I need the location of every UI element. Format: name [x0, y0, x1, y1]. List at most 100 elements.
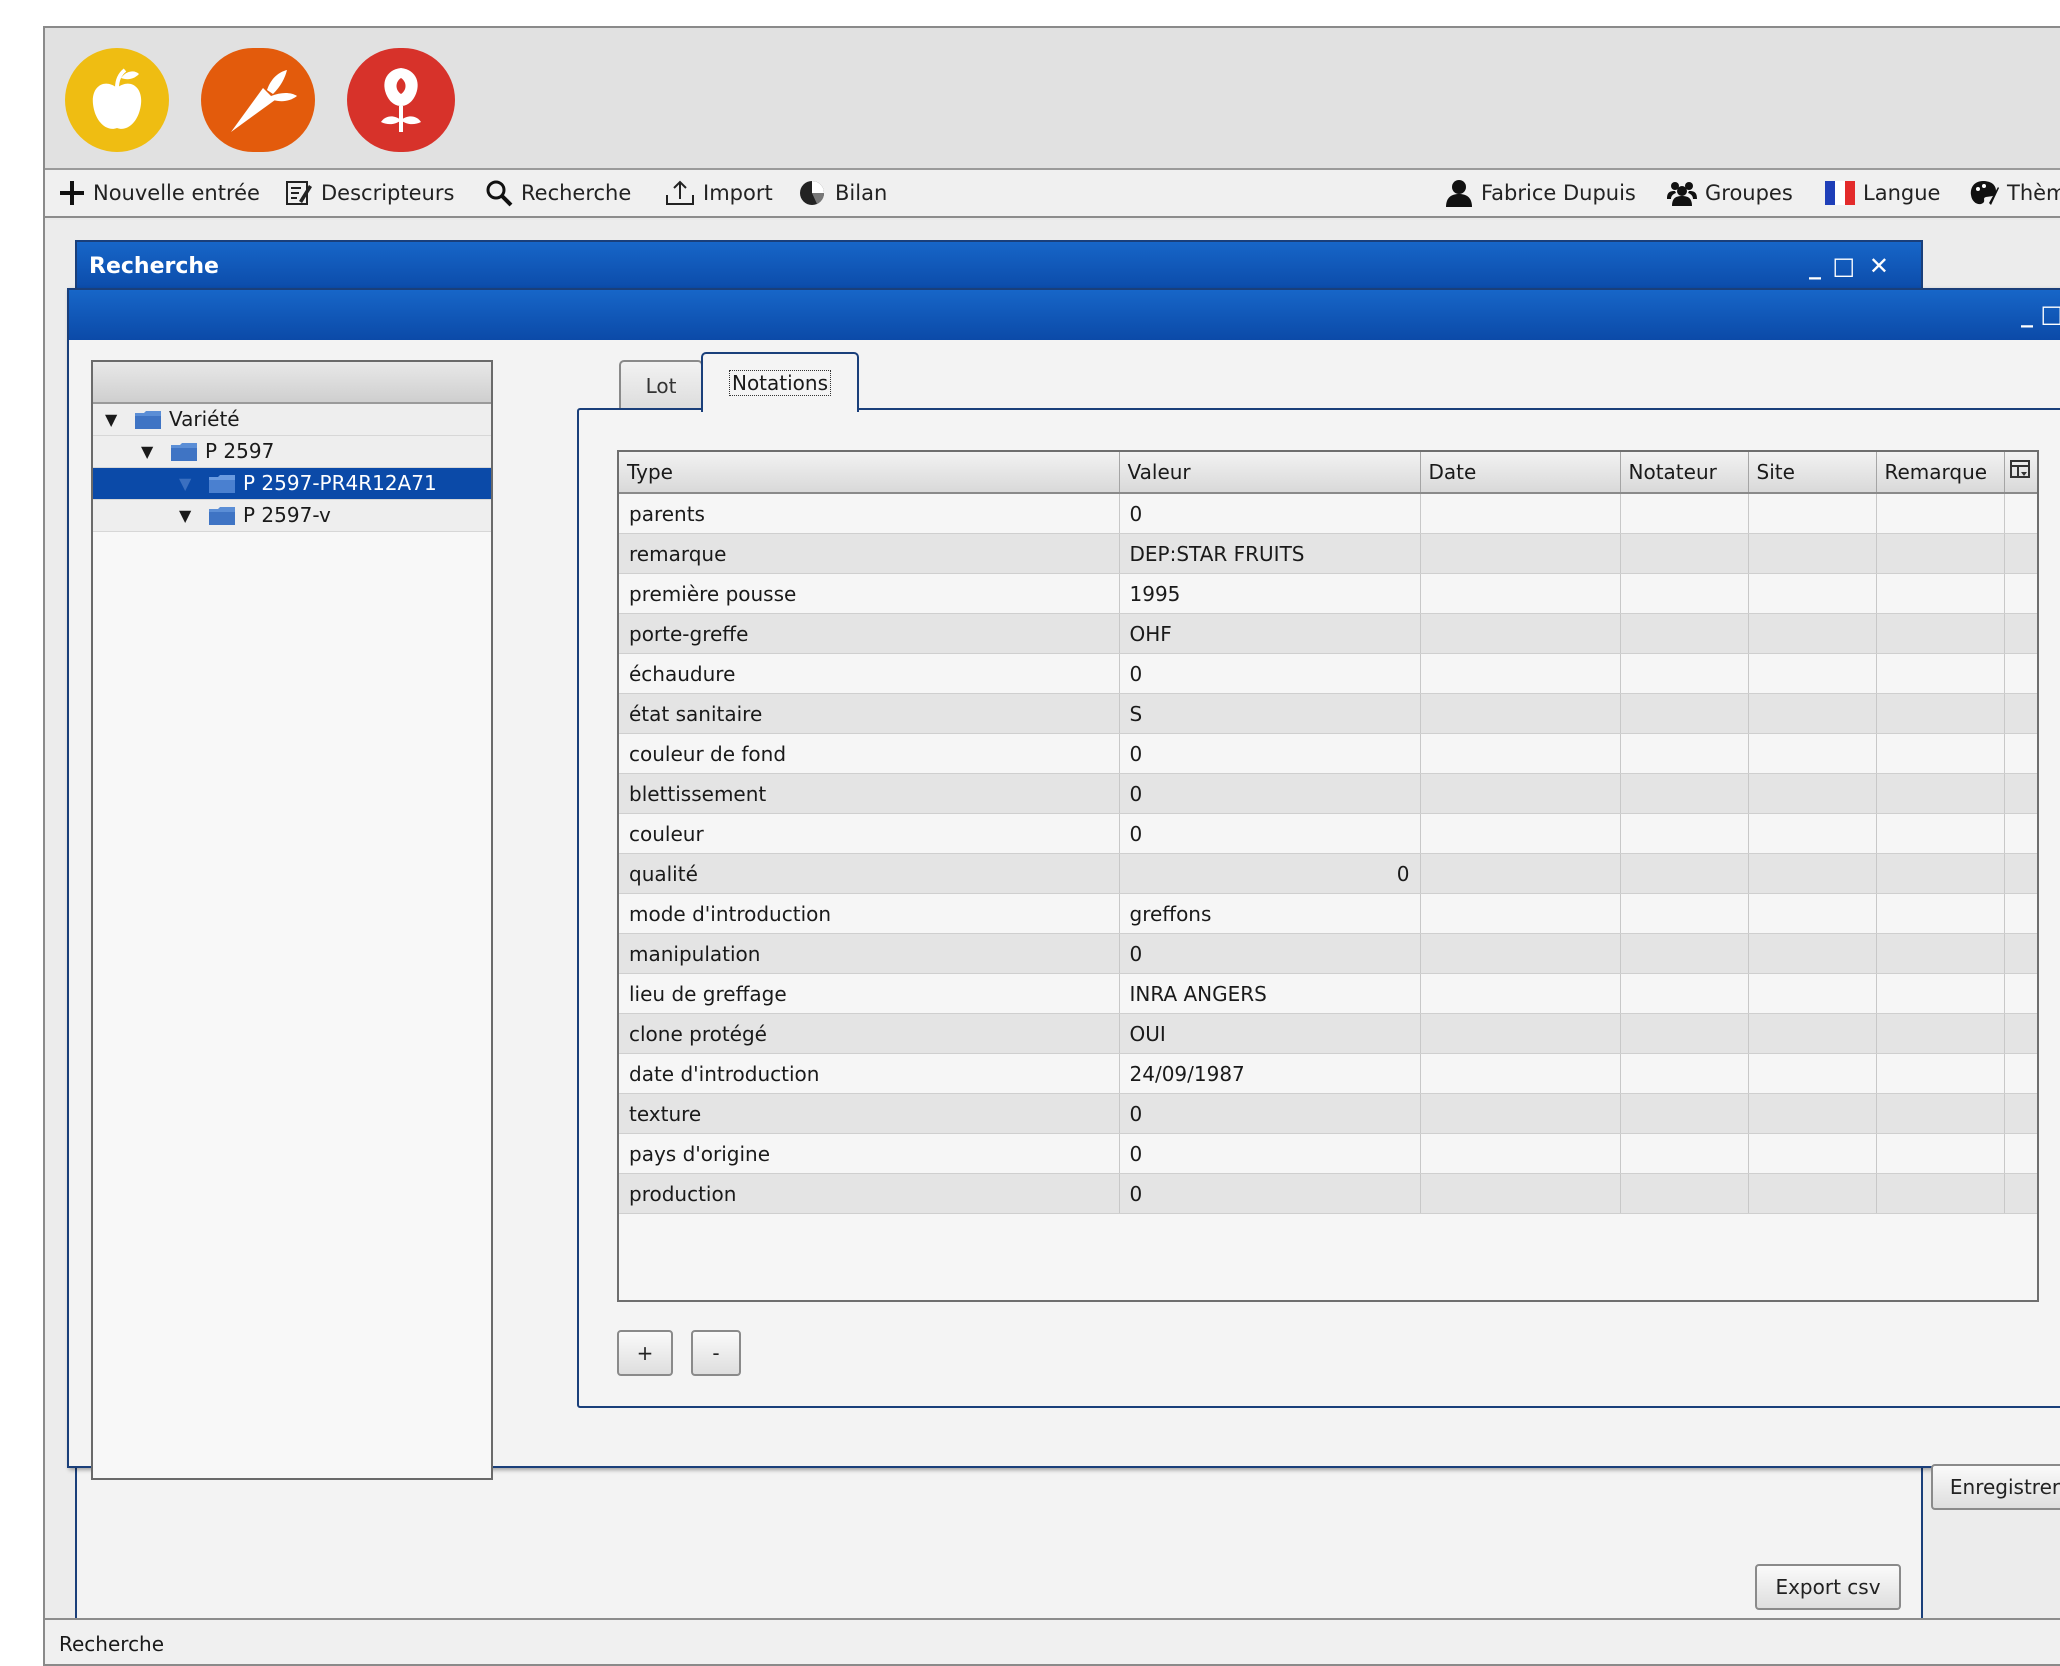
maximize-icon[interactable]: □ [2040, 300, 2060, 328]
cell-empty[interactable] [1420, 1053, 1621, 1094]
close-icon[interactable]: ✕ [1869, 252, 1889, 280]
cell-empty[interactable] [2004, 1093, 2037, 1134]
cell-type[interactable]: couleur [619, 813, 1120, 854]
column-header-site[interactable]: Site [1748, 452, 1877, 494]
cell-valeur[interactable]: 1995 [1119, 573, 1421, 614]
cell-empty[interactable] [1420, 893, 1621, 934]
apple-logo[interactable] [65, 48, 169, 152]
cell-valeur[interactable]: 0 [1119, 1173, 1421, 1214]
cell-empty[interactable] [1748, 1093, 1877, 1134]
expand-arrow-icon[interactable]: ▼ [179, 506, 191, 525]
table-row[interactable]: manipulation 0 [619, 933, 2037, 974]
cell-type[interactable]: état sanitaire [619, 693, 1120, 734]
cell-empty[interactable] [2004, 1173, 2037, 1214]
cell-empty[interactable] [1620, 1173, 1749, 1214]
cell-empty[interactable] [2004, 693, 2037, 734]
cell-empty[interactable] [1420, 493, 1621, 534]
cell-valeur[interactable]: 0 [1119, 1093, 1421, 1134]
cell-valeur[interactable]: DEP:STAR FRUITS [1119, 533, 1421, 574]
cell-type[interactable]: couleur de fond [619, 733, 1120, 774]
cell-empty[interactable] [1876, 1053, 2005, 1094]
table-row[interactable]: clone protégé OUI [619, 1013, 2037, 1054]
cell-empty[interactable] [1876, 813, 2005, 854]
cell-empty[interactable] [1748, 813, 1877, 854]
column-header-date[interactable]: Date [1420, 452, 1621, 494]
cell-empty[interactable] [2004, 1133, 2037, 1174]
cell-empty[interactable] [1748, 733, 1877, 774]
cell-empty[interactable] [1620, 773, 1749, 814]
tree-node-p2597[interactable]: ▼ P 2597 [93, 436, 491, 468]
cell-empty[interactable] [2004, 613, 2037, 654]
add-row-button[interactable]: + [617, 1330, 673, 1376]
cell-empty[interactable] [1620, 1093, 1749, 1134]
save-button[interactable]: Enregistrer [1931, 1464, 2060, 1510]
cell-empty[interactable] [1620, 933, 1749, 974]
menu-language[interactable]: Langue [1825, 170, 1940, 216]
cell-empty[interactable] [1620, 1133, 1749, 1174]
table-row[interactable]: remarque DEP:STAR FRUITS [619, 533, 2037, 574]
cell-type[interactable]: porte-greffe [619, 613, 1120, 654]
cell-empty[interactable] [1620, 1053, 1749, 1094]
cell-valeur[interactable]: 0 [1119, 653, 1421, 694]
cell-empty[interactable] [1620, 853, 1749, 894]
cell-empty[interactable] [1620, 573, 1749, 614]
cell-empty[interactable] [1620, 893, 1749, 934]
cell-empty[interactable] [1876, 773, 2005, 814]
menu-summary[interactable]: Bilan [797, 170, 887, 216]
cell-valeur[interactable]: 0 [1119, 773, 1421, 814]
column-header-notateur[interactable]: Notateur [1620, 452, 1749, 494]
cell-type[interactable]: clone protégé [619, 1013, 1120, 1054]
cell-empty[interactable] [1748, 613, 1877, 654]
cell-type[interactable]: pays d'origine [619, 1133, 1120, 1174]
cell-empty[interactable] [1876, 533, 2005, 574]
cell-empty[interactable] [1748, 693, 1877, 734]
table-row[interactable]: pays d'origine 0 [619, 1133, 2037, 1174]
cell-empty[interactable] [1420, 773, 1621, 814]
cell-empty[interactable] [2004, 533, 2037, 574]
cell-empty[interactable] [1748, 533, 1877, 574]
minimize-icon[interactable]: _ [2021, 300, 2033, 328]
cell-empty[interactable] [1420, 933, 1621, 974]
cell-empty[interactable] [2004, 653, 2037, 694]
export-csv-button[interactable]: Export csv [1755, 1564, 1901, 1610]
cell-type[interactable]: production [619, 1173, 1120, 1214]
cell-empty[interactable] [1876, 653, 2005, 694]
cell-type[interactable]: parents [619, 493, 1120, 534]
expand-arrow-icon[interactable]: ▼ [141, 442, 153, 461]
table-row[interactable]: texture 0 [619, 1093, 2037, 1134]
cell-valeur[interactable]: OUI [1119, 1013, 1421, 1054]
menu-groups[interactable]: Groupes [1667, 170, 1793, 216]
menu-descriptors[interactable]: Descripteurs [285, 170, 454, 216]
cell-empty[interactable] [1876, 1093, 2005, 1134]
tree-node-p2597-v[interactable]: ▼ P 2597-v [93, 500, 491, 532]
cell-empty[interactable] [1420, 693, 1621, 734]
cell-empty[interactable] [1876, 893, 2005, 934]
cell-empty[interactable] [2004, 1053, 2037, 1094]
cell-empty[interactable] [2004, 853, 2037, 894]
table-row[interactable]: lieu de greffage INRA ANGERS [619, 973, 2037, 1014]
cell-empty[interactable] [1748, 893, 1877, 934]
cell-empty[interactable] [2004, 733, 2037, 774]
cell-empty[interactable] [1620, 493, 1749, 534]
table-row[interactable]: couleur de fond 0 [619, 733, 2037, 774]
cell-empty[interactable] [1420, 613, 1621, 654]
table-row[interactable]: état sanitaire S [619, 693, 2037, 734]
menu-user[interactable]: Fabrice Dupuis [1445, 170, 1636, 216]
cell-empty[interactable] [1876, 973, 2005, 1014]
cell-empty[interactable] [1876, 1133, 2005, 1174]
cell-empty[interactable] [1420, 573, 1621, 614]
cell-valeur[interactable]: 0 [1119, 733, 1421, 774]
cell-type[interactable]: texture [619, 1093, 1120, 1134]
cell-empty[interactable] [1748, 653, 1877, 694]
tab-lot[interactable]: Lot [619, 360, 703, 410]
cell-empty[interactable] [1748, 973, 1877, 1014]
column-header-type[interactable]: Type [619, 452, 1120, 494]
cell-valeur[interactable]: 0 [1119, 1133, 1421, 1174]
tree-node-p2597-pr4r12a71[interactable]: ▼ P 2597-PR4R12A71 [93, 468, 491, 500]
table-row[interactable]: production 0 [619, 1173, 2037, 1214]
cell-empty[interactable] [1876, 693, 2005, 734]
cell-empty[interactable] [1748, 1053, 1877, 1094]
cell-empty[interactable] [1620, 813, 1749, 854]
cell-empty[interactable] [1420, 1093, 1621, 1134]
cell-type[interactable]: date d'introduction [619, 1053, 1120, 1094]
